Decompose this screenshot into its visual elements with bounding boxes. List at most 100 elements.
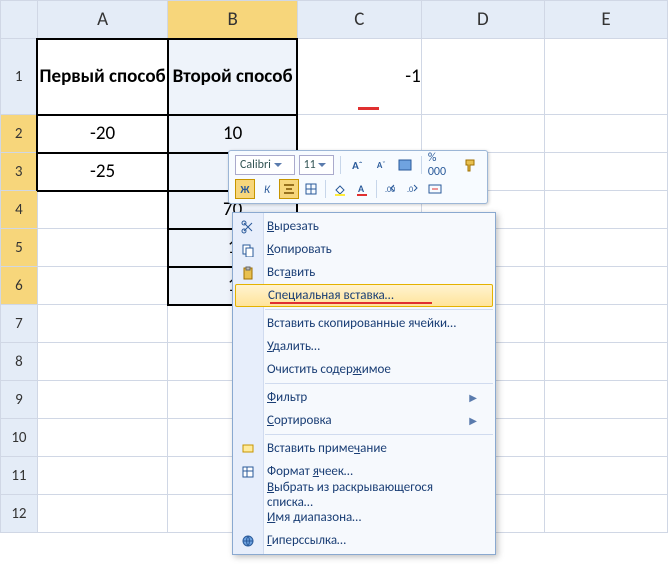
cell-A5[interactable] [37, 229, 167, 267]
row-header-7[interactable]: 7 [1, 305, 38, 343]
cell-A7[interactable] [37, 305, 167, 343]
menu-cut[interactable]: Вырезать [233, 215, 495, 238]
cell-E12[interactable] [545, 495, 668, 533]
cell-E8[interactable] [545, 343, 668, 381]
menu-comment[interactable]: Вставить примечание [233, 437, 495, 460]
comment-icon [239, 440, 257, 458]
cell-E11[interactable] [545, 457, 668, 495]
cell-C2[interactable] [297, 115, 421, 153]
row-header-5[interactable]: 5 [1, 229, 38, 267]
row-header-9[interactable]: 9 [1, 381, 38, 419]
menu-pick-from-list[interactable]: Выбрать из раскрывающегося списка… [233, 483, 495, 506]
cell-E9[interactable] [545, 381, 668, 419]
cell-A1[interactable]: Первый способ [37, 39, 167, 115]
cell-D2[interactable] [421, 115, 544, 153]
font-size-value: 11 [304, 158, 316, 172]
cell-A10[interactable] [37, 419, 167, 457]
select-all-corner[interactable] [1, 1, 38, 39]
cell-E6[interactable] [545, 267, 668, 305]
align-center-button[interactable] [279, 179, 299, 199]
cell-E3[interactable] [545, 153, 668, 191]
separator [376, 180, 377, 198]
cell-E10[interactable] [545, 419, 668, 457]
row-header-6[interactable]: 6 [1, 267, 38, 305]
menu-copy[interactable]: Копировать [233, 238, 495, 261]
fill-color-button[interactable] [330, 179, 350, 199]
svg-text:A: A [358, 182, 365, 195]
cell-E4[interactable] [545, 191, 668, 229]
decrease-decimal-icon[interactable]: .00 [381, 179, 401, 199]
borders-button[interactable] [301, 179, 321, 199]
col-header-C[interactable]: C [297, 1, 421, 39]
separator [421, 156, 422, 174]
font-color-button[interactable]: A [352, 179, 372, 199]
cell-A11[interactable] [37, 457, 167, 495]
cell-E2[interactable] [545, 115, 668, 153]
cell-A4[interactable] [37, 191, 167, 229]
col-header-D[interactable]: D [421, 1, 544, 39]
row-header-2[interactable]: 2 [1, 115, 38, 153]
cell-D1[interactable] [421, 39, 544, 115]
context-menu: Вырезать Копировать Вставить Специальная… [232, 212, 496, 555]
submenu-arrow-icon: ▶ [469, 414, 477, 427]
menu-sort[interactable]: Сортировка▶ [233, 409, 495, 432]
cell-E7[interactable] [545, 305, 668, 343]
font-size-selector[interactable]: 11 [299, 155, 335, 175]
menu-separator [265, 383, 493, 384]
submenu-arrow-icon: ▶ [469, 391, 477, 404]
chevron-down-icon [274, 161, 282, 169]
cell-B2[interactable]: 10 [168, 115, 298, 153]
menu-label: Копировать [267, 242, 477, 257]
separator [340, 156, 341, 174]
cell-E1[interactable] [545, 39, 668, 115]
row-header-10[interactable]: 10 [1, 419, 38, 457]
row-header-11[interactable]: 11 [1, 457, 38, 495]
cell-A8[interactable] [37, 343, 167, 381]
cell-B1[interactable]: Второй способ [168, 39, 298, 115]
menu-separator [265, 309, 493, 310]
svg-text:.0: .0 [407, 185, 413, 195]
italic-button[interactable]: К [257, 179, 277, 199]
row-header-1[interactable]: 1 [1, 39, 38, 115]
cell-C1[interactable]: -1 [297, 39, 421, 115]
cell-A3[interactable]: -25 [37, 153, 167, 191]
annotation-underline [270, 302, 432, 305]
menu-insert-copied[interactable]: Вставить скопированные ячейки… [233, 312, 495, 335]
menu-label: Формат ячеек… [267, 464, 477, 479]
cell-E5[interactable] [545, 229, 668, 267]
col-header-B[interactable]: B [168, 1, 298, 39]
annotation-underline [358, 107, 378, 110]
row-header-4[interactable]: 4 [1, 191, 38, 229]
row-header-12[interactable]: 12 [1, 495, 38, 533]
menu-paste-special[interactable]: Специальная вставка… [235, 284, 493, 307]
cell-A6[interactable] [37, 267, 167, 305]
chevron-down-icon [318, 161, 326, 169]
paste-icon [239, 264, 257, 282]
cell-A2[interactable]: -20 [37, 115, 167, 153]
menu-hyperlink[interactable]: Гиперссылка… [233, 529, 495, 552]
row-header-3[interactable]: 3 [1, 153, 38, 191]
menu-paste[interactable]: Вставить [233, 261, 495, 284]
cell-C1-value: -1 [405, 65, 420, 88]
shrink-font-icon[interactable]: Aˇ [371, 155, 391, 175]
menu-label: Фильтр [267, 390, 469, 405]
font-name-selector[interactable]: Calibri [235, 155, 295, 175]
bold-button[interactable]: Ж [235, 179, 255, 199]
merge-cells-icon[interactable] [425, 179, 445, 199]
col-header-E[interactable]: E [545, 1, 668, 39]
increase-decimal-icon[interactable]: .0 [403, 179, 423, 199]
menu-filter[interactable]: Фильтр▶ [233, 386, 495, 409]
cell-A12[interactable] [37, 495, 167, 533]
cell-A9[interactable] [37, 381, 167, 419]
row-header-8[interactable]: 8 [1, 343, 38, 381]
accounting-format-icon[interactable] [395, 155, 415, 175]
col-header-A[interactable]: A [37, 1, 167, 39]
cut-icon [239, 218, 257, 236]
percent-format-button[interactable]: % 000 [428, 151, 457, 179]
menu-delete[interactable]: Удалить… [233, 335, 495, 358]
menu-named-range[interactable]: Имя диапазона… [233, 506, 495, 529]
menu-clear[interactable]: Очистить содержимое [233, 358, 495, 381]
grow-font-icon[interactable]: Aˆ [347, 155, 367, 175]
format-painter-icon[interactable] [461, 155, 481, 175]
mini-toolbar: Calibri 11 Aˆ Aˇ % 000 Ж К A .00 .0 [228, 150, 488, 204]
